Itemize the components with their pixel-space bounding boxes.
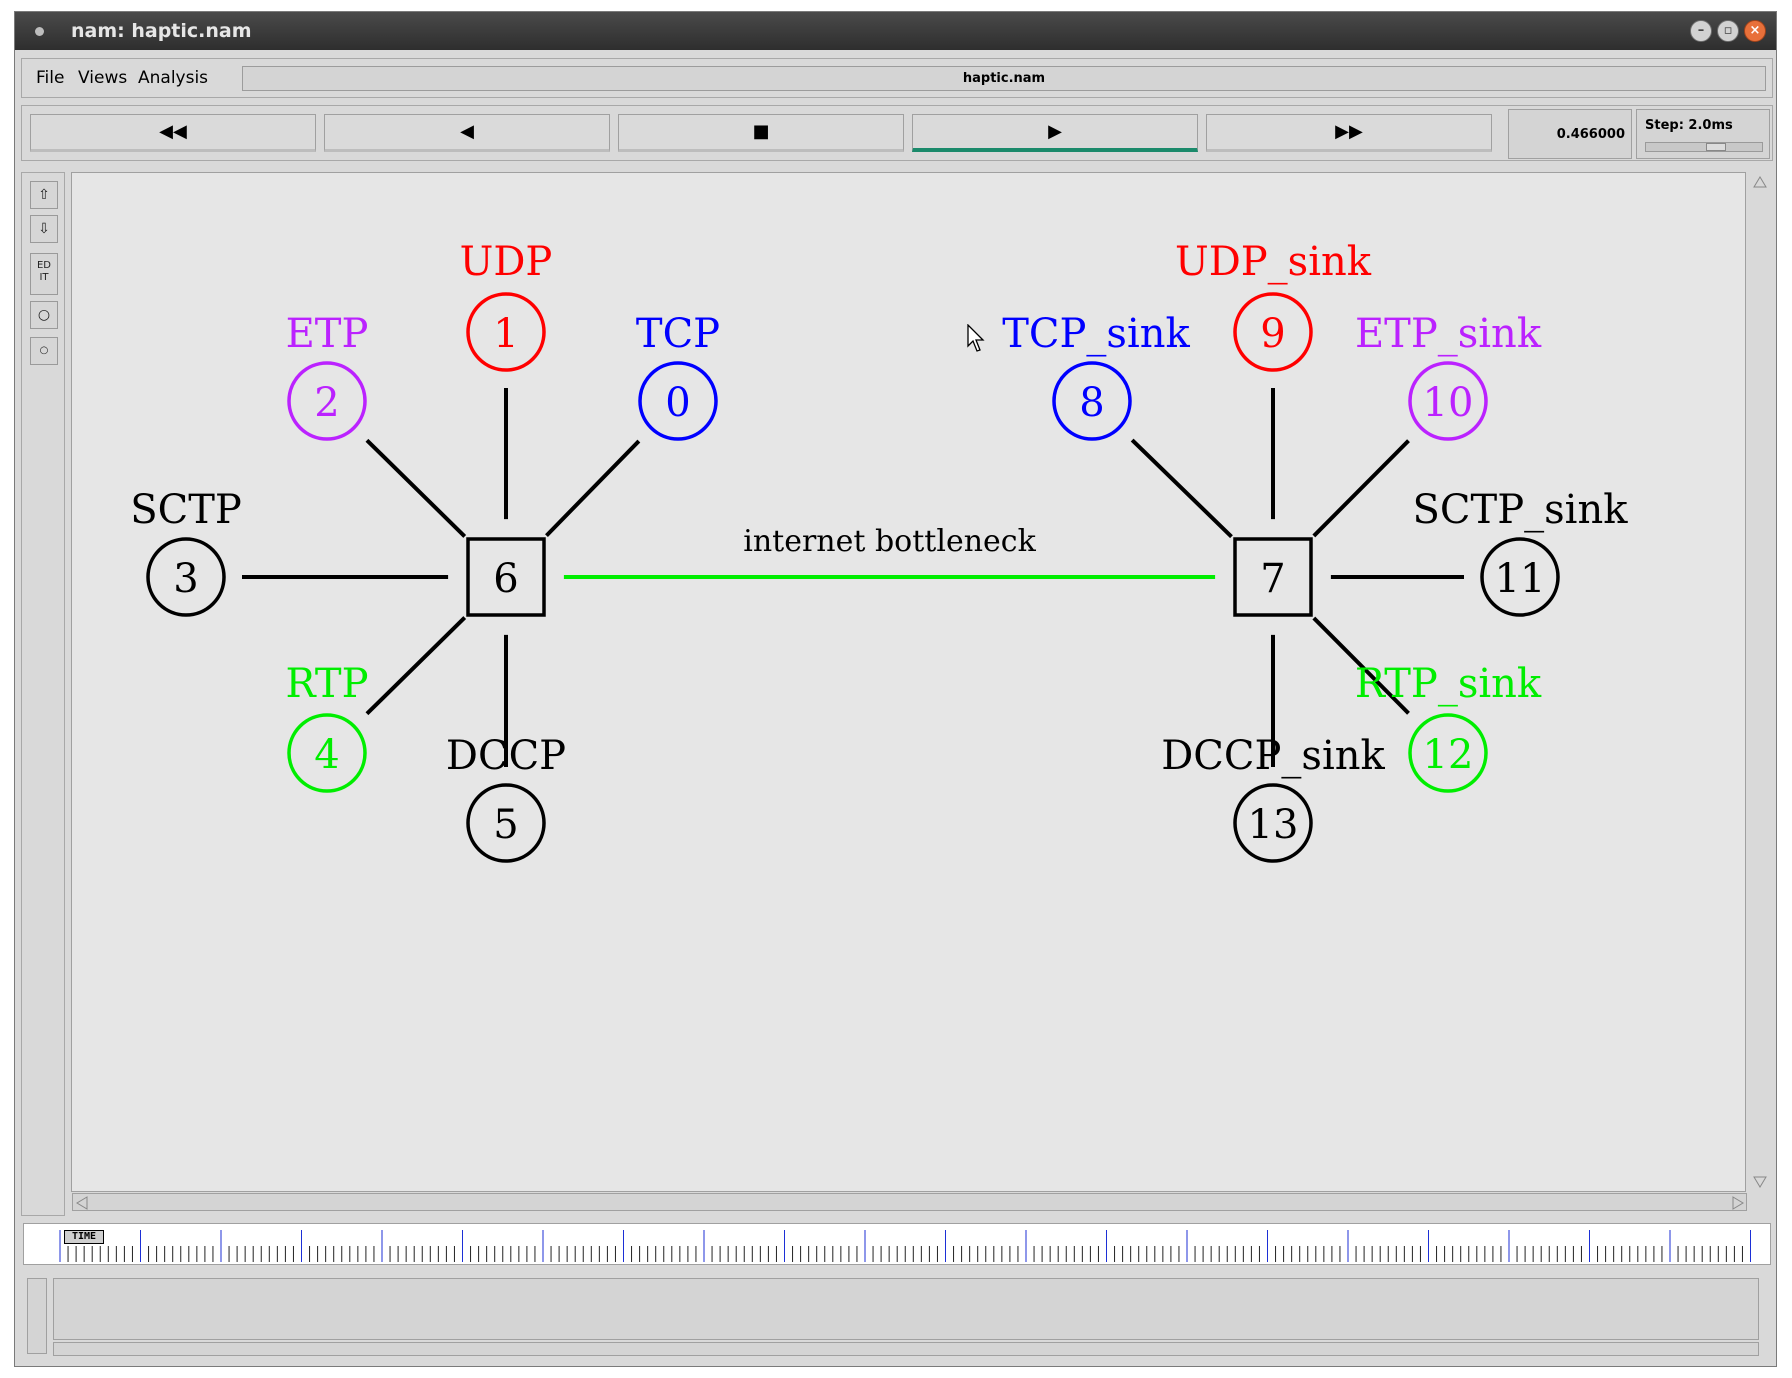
fast-rewind-icon: ◀◀ [159,121,187,142]
node-id-7: 7 [1260,556,1285,602]
edit-button[interactable]: ED IT [30,253,58,295]
time-ticks [59,1230,1751,1262]
play-button[interactable]: ▶ [912,114,1198,152]
link-label: internet bottleneck [743,524,1036,559]
title-bar[interactable]: nam: haptic.nam – ▫ × [15,12,1776,50]
node-id-3: 3 [173,556,198,602]
node-id-2: 2 [314,380,339,426]
node-id-6: 6 [493,556,518,602]
step-label: Step: 2.0ms [1645,118,1733,133]
node-id-8: 8 [1079,380,1104,426]
node-id-0: 0 [665,380,690,426]
play-icon: ▶ [1048,121,1062,142]
time-marker[interactable]: TIME [64,1230,104,1244]
time-slider[interactable]: TIME [23,1223,1771,1265]
node-id-13: 13 [1248,802,1299,848]
close-icon[interactable]: × [1744,20,1766,42]
node-label-10: ETP_sink [1355,311,1542,357]
fast-forward-icon: ▶▶ [1335,121,1363,142]
fast-rewind-button[interactable]: ◀◀ [30,114,316,152]
step-control: Step: 2.0ms [1636,109,1770,159]
node-id-4: 4 [314,732,339,778]
link-4-6[interactable] [365,616,467,716]
link-7-10[interactable] [1312,439,1410,538]
link-2-6[interactable] [365,438,467,538]
file-title: haptic.nam [242,66,1766,91]
annotation-horizontal-scrollbar[interactable] [53,1342,1759,1356]
network-canvas[interactable]: internet bottleneck 0 TCP 1 UDP 2 ETP 3 SCTP 4 RTP… [71,172,1746,1192]
network-topology: internet bottleneck 0 TCP 1 UDP 2 ETP 3 SCTP 4 RTP… [130,239,1629,863]
node-label-1: UDP [460,239,553,285]
node-label-3: SCTP [130,487,242,533]
node-id-10: 10 [1423,380,1474,426]
playback-toolbar: ◀◀ ◀ ■ ▶ ▶▶ 0.466000 Step: 2.0ms [21,105,1773,161]
node-label-11: SCTP_sink [1413,487,1629,533]
small-circle-icon[interactable]: ○ [30,337,58,365]
edit-tools-panel: ⇧ ⇩ ED IT ○ ○ [21,172,65,1216]
window-menu-icon[interactable] [35,27,44,36]
fast-forward-button[interactable]: ▶▶ [1206,114,1492,152]
rewind-button[interactable]: ◀ [324,114,610,152]
annotation-text-area[interactable] [53,1278,1759,1340]
stop-icon: ■ [752,121,770,142]
minimize-icon[interactable]: – [1690,20,1712,42]
node-label-8: TCP_sink [1002,311,1190,357]
window-title: nam: haptic.nam [71,20,252,42]
annotation-vertical-scrollbar[interactable] [27,1278,47,1354]
link-7-8[interactable] [1130,438,1233,539]
step-slider-thumb[interactable] [1706,143,1726,151]
node-label-4: RTP [285,661,368,707]
node-id-12: 12 [1423,732,1474,778]
menu-views[interactable]: Views [78,68,127,88]
menu-analysis[interactable]: Analysis [138,68,208,88]
node-label-13: DCCP_sink [1161,733,1385,779]
mouse-cursor-icon [967,324,985,352]
canvas-vertical-scrollbar[interactable] [1750,173,1770,1193]
maximize-icon[interactable]: ▫ [1717,20,1739,42]
node-label-5: DCCP [446,733,566,779]
step-slider[interactable] [1645,142,1763,152]
annotation-panel [23,1274,1771,1360]
node-circle-icon[interactable]: ○ [30,301,58,329]
node-id-1: 1 [493,311,518,357]
node-id-5: 5 [493,802,518,848]
zoom-in-icon[interactable]: ⇧ [30,181,58,209]
node-id-9: 9 [1260,311,1285,357]
menu-bar: File Views Analysis haptic.nam [21,58,1773,98]
node-label-0: TCP [636,311,720,357]
link-0-6[interactable] [545,439,641,537]
stop-button[interactable]: ■ [618,114,904,152]
node-label-2: ETP [286,311,369,357]
node-id-11: 11 [1495,556,1546,602]
current-time: 0.466000 [1508,109,1632,159]
zoom-out-icon[interactable]: ⇩ [30,215,58,243]
rewind-icon: ◀ [460,121,474,142]
node-label-12: RTP_sink [1355,661,1542,707]
canvas-horizontal-scrollbar[interactable] [72,1193,1747,1211]
menu-file[interactable]: File [36,68,64,88]
node-label-9: UDP_sink [1175,239,1372,285]
